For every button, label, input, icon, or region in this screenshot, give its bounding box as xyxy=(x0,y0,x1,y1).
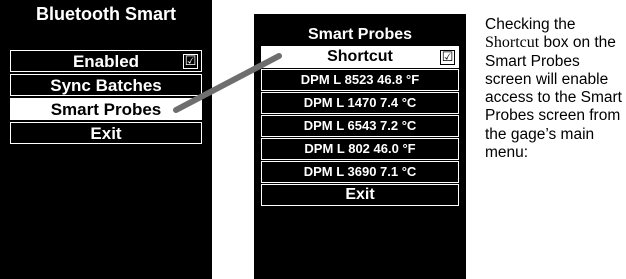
shortcut-row[interactable]: Shortcut ☑ xyxy=(261,46,459,68)
probe-row[interactable]: DPM L 802 46.0 °F xyxy=(261,138,459,160)
menu-item-label: Sync Batches xyxy=(50,76,162,95)
probe-row[interactable]: DPM L 1470 7.4 °C xyxy=(261,92,459,114)
probe-row[interactable]: DPM L 8523 46.8 °F xyxy=(261,69,459,91)
shortcut-label: Shortcut xyxy=(327,48,393,65)
menu-item-enabled[interactable]: Enabled ☑ xyxy=(10,50,202,72)
screen-title: Bluetooth Smart xyxy=(35,4,176,24)
shortcut-checkbox[interactable]: ☑ xyxy=(440,50,455,65)
menu-item-label: Smart Probes xyxy=(50,100,162,119)
menu-item-smart-probes[interactable]: Smart Probes xyxy=(10,98,202,120)
caption-shortcut-word: Shortcut xyxy=(485,34,540,52)
menu-item-sync-batches[interactable]: Sync Batches xyxy=(10,74,202,96)
smart-probes-screen: Smart Probes Shortcut ☑ DPM L 8523 46.8 … xyxy=(254,14,466,279)
explanation-caption: Checking the Shortcut box on the Smart P… xyxy=(485,16,625,162)
bluetooth-smart-screen: Bluetooth Smart Enabled ☑ Sync Batches S… xyxy=(0,0,212,279)
probe-row[interactable]: DPM L 3690 7.1 °C xyxy=(261,161,459,183)
probe-row[interactable]: DPM L 6543 7.2 °C xyxy=(261,115,459,137)
screen-title: Smart Probes xyxy=(307,26,413,43)
menu-item-label: Exit xyxy=(90,124,122,143)
menu-item-exit[interactable]: Exit xyxy=(10,122,202,144)
caption-text-part1: Checking the xyxy=(485,16,576,33)
caption-text-part2: box on the Smart Probes screen will enab… xyxy=(485,34,622,162)
enabled-checkbox[interactable]: ☑ xyxy=(183,54,198,69)
exit-item[interactable]: Exit xyxy=(261,184,459,206)
menu-item-label: Enabled xyxy=(72,52,140,71)
